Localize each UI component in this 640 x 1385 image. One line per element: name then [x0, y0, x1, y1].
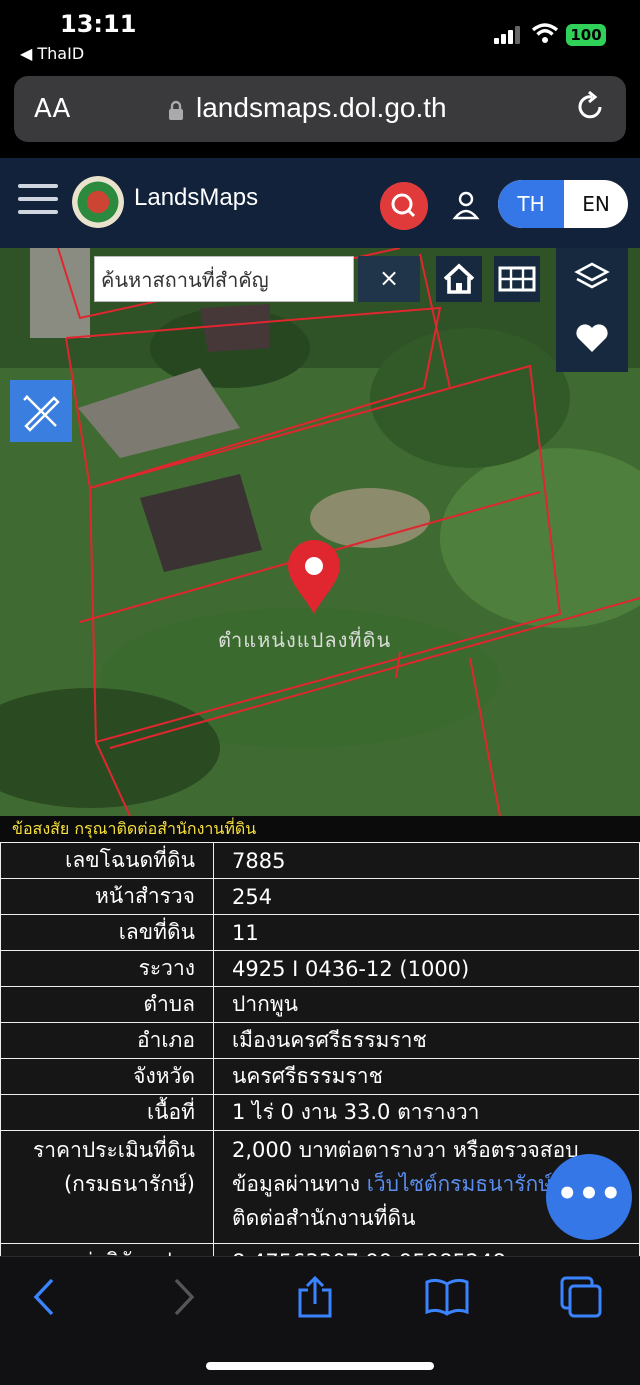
info-row: เลขโฉนดที่ดิน 7885 — [0, 842, 640, 879]
hamburger-menu-icon[interactable] — [18, 184, 58, 216]
info-row: อำเภอ เมืองนครศรีธรรมราช — [0, 1022, 640, 1059]
department-seal-logo — [72, 176, 124, 228]
parcel-location-label: ตำแหน่งแปลงที่ดิน — [218, 628, 392, 652]
price-key-line-2: (กรมธนารักษ์) — [63, 1172, 195, 1196]
map-side-panel — [556, 248, 628, 372]
info-key: เลขโฉนดที่ดิน — [0, 842, 214, 879]
back-to-app-link[interactable]: ◀ ThaID — [20, 44, 84, 63]
info-row: เลขที่ดิน 11 — [0, 914, 640, 951]
info-key: เนื้อที่ — [0, 1094, 214, 1131]
wifi-icon — [532, 23, 558, 43]
share-icon[interactable] — [292, 1276, 338, 1318]
info-value: เมืองนครศรีธรรมราช — [213, 1022, 640, 1059]
tabs-icon[interactable] — [558, 1276, 604, 1318]
info-key: ตำบล — [0, 986, 214, 1023]
url-text[interactable]: landsmaps.dol.go.th — [196, 92, 447, 124]
bookmarks-icon[interactable] — [424, 1276, 470, 1318]
price-key-line-1: ราคาประเมินที่ดิน — [32, 1138, 195, 1162]
more-options-button[interactable]: ••• — [546, 1154, 632, 1240]
favorite-heart-icon[interactable] — [574, 322, 610, 354]
map-imagery — [0, 248, 640, 816]
status-time: 13:11 — [60, 10, 137, 38]
reader-settings-button[interactable]: AA — [34, 94, 70, 124]
info-key: เลขที่ดิน — [0, 914, 214, 951]
info-row: จังหวัด นครศรีธรรมราช — [0, 1058, 640, 1095]
language-toggle[interactable]: TH EN — [498, 180, 628, 228]
info-value: ปากพูน — [213, 986, 640, 1023]
home-indicator — [206, 1362, 434, 1370]
forward-arrow-icon[interactable] — [160, 1276, 206, 1318]
info-row: ตำบล ปากพูน — [0, 986, 640, 1023]
reload-icon[interactable] — [574, 90, 606, 122]
info-value: 11 — [213, 914, 640, 951]
info-key: อำเภอ — [0, 1022, 214, 1059]
back-arrow-icon[interactable] — [22, 1276, 68, 1318]
info-value: 1 ไร่ 0 งาน 33.0 ตารางวา — [213, 1094, 640, 1131]
info-value: นครศรีธรรมราช — [213, 1058, 640, 1095]
info-key: หน้าสำรวจ — [0, 878, 214, 915]
info-value: 4925 I 0436-12 (1000) — [213, 950, 640, 987]
info-key: จังหวัด — [0, 1058, 214, 1095]
home-icon[interactable] — [436, 256, 482, 302]
measure-ruler-icon[interactable] — [10, 380, 72, 442]
lang-en-button[interactable]: EN — [564, 180, 628, 228]
map-search-input[interactable]: ค้นหาสถานที่สำคัญ — [94, 256, 354, 302]
info-row: ระวาง 4925 I 0436-12 (1000) — [0, 950, 640, 987]
user-icon[interactable] — [452, 190, 480, 220]
treasury-website-link[interactable]: เว็บไซต์กรมธนารักษ์ — [367, 1172, 552, 1196]
info-value: 7885 — [213, 842, 640, 879]
lock-icon — [169, 100, 183, 120]
layers-icon[interactable] — [574, 262, 610, 294]
search-icon[interactable] — [380, 182, 428, 230]
location-pin-icon[interactable] — [286, 540, 342, 616]
cellular-signal-icon — [494, 26, 520, 44]
info-value: 254 — [213, 878, 640, 915]
clear-search-button[interactable]: × — [358, 256, 420, 302]
parcel-info-table: เลขโฉนดที่ดิน 7885 หน้าสำรวจ 254 เลขที่ดิน 11… — [0, 842, 640, 1280]
info-row: เนื้อที่ 1 ไร่ 0 งาน 33.0 ตารางวา — [0, 1094, 640, 1131]
satellite-map[interactable] — [0, 248, 640, 816]
contact-notice: ข้อสงสัย กรุณาติดต่อสำนักงานที่ดิน — [0, 816, 640, 842]
price-row: ราคาประเมินที่ดิน (กรมธนารักษ์) 2,000 บา… — [0, 1130, 640, 1244]
info-key: ระวาง — [0, 950, 214, 987]
app-brand: LandsMaps — [134, 184, 259, 211]
battery-indicator: 100 — [566, 24, 606, 46]
lang-th-button[interactable]: TH — [498, 180, 564, 228]
grid-icon[interactable] — [494, 256, 540, 302]
info-row: หน้าสำรวจ 254 — [0, 878, 640, 915]
price-line-2-prefix: ข้อมูลผ่านทาง — [232, 1172, 367, 1196]
